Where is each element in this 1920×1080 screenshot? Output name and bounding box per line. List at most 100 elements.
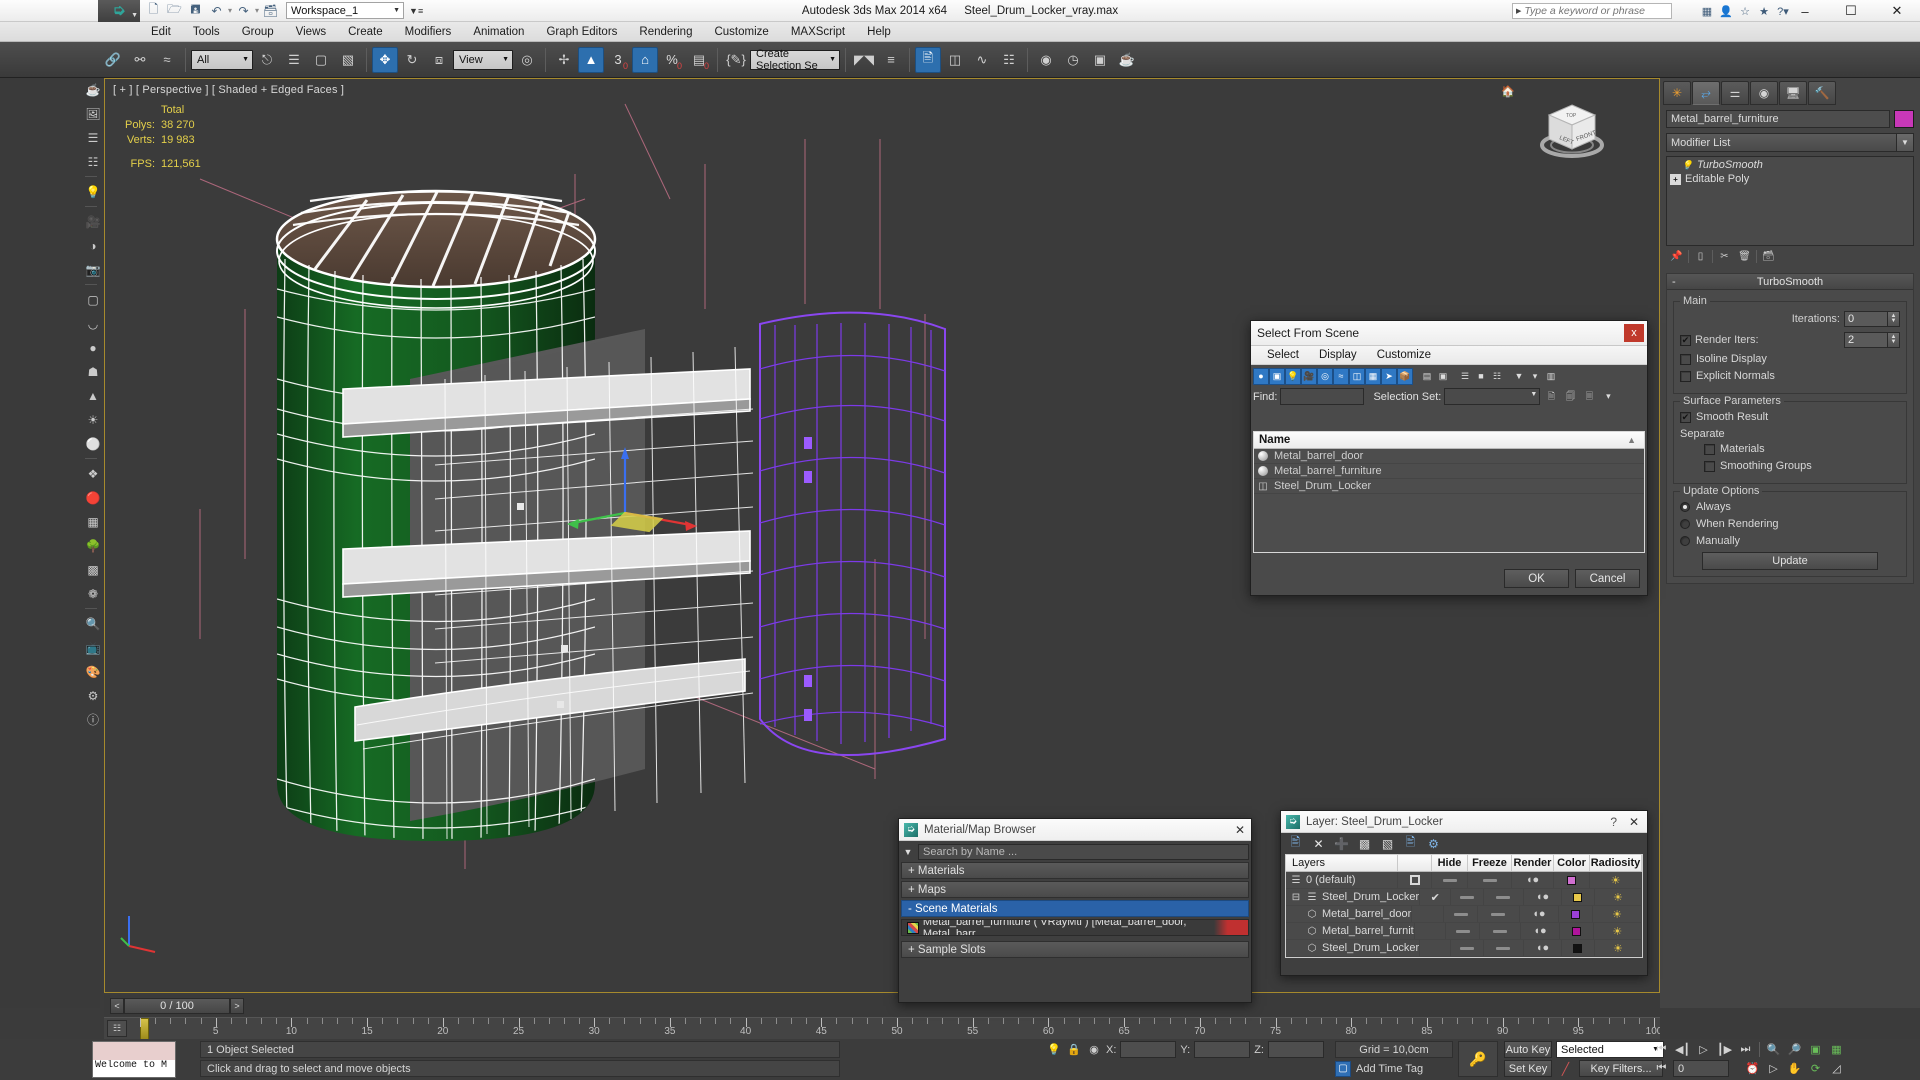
filter-settings-icon[interactable]: ▾ bbox=[1527, 368, 1543, 385]
teapot-primitive-icon[interactable]: ☗ bbox=[82, 360, 104, 383]
layer-render-cell[interactable]: ◖● bbox=[1524, 889, 1563, 905]
zoom-extents-icon[interactable]: 🔍 bbox=[82, 612, 104, 635]
layer-color-cell[interactable] bbox=[1562, 940, 1595, 956]
y-field[interactable] bbox=[1194, 1041, 1251, 1058]
spinner-snap-toggle-icon[interactable]: ▤ 0 bbox=[686, 47, 712, 73]
scene-list-row[interactable]: ◫ Steel_Drum_Locker bbox=[1254, 479, 1644, 494]
next-frame-icon[interactable]: ┃▶ bbox=[1715, 1041, 1734, 1058]
current-frame-field[interactable]: 0 / 100 bbox=[124, 998, 230, 1014]
time-tag-icon[interactable]: ▢ bbox=[1335, 1060, 1351, 1077]
layer-freeze-cell[interactable] bbox=[1478, 906, 1520, 922]
material-map-browser-dialog[interactable]: ➭ Material/Map Browser ✕ ▼ Search by Nam… bbox=[898, 818, 1252, 1003]
layer-render-cell[interactable]: ◖● bbox=[1512, 872, 1554, 888]
window-crossing-icon[interactable]: ▧ bbox=[335, 47, 361, 73]
zoom-icon[interactable]: 🔍 bbox=[1764, 1041, 1783, 1058]
add-selection-icon[interactable]: ➕ bbox=[1332, 835, 1351, 852]
layer-hide-cell[interactable] bbox=[1444, 906, 1479, 922]
layer-dialog[interactable]: ➭ Layer: Steel_Drum_Locker ? ✕ 🖹 ✕ ➕ ▩ ▧… bbox=[1280, 810, 1648, 976]
iterations-spinner[interactable]: 0 ▲ ▼ bbox=[1844, 311, 1900, 327]
camera-icon[interactable]: 🎥 bbox=[82, 210, 104, 233]
scene-material-entry[interactable]: Metal_barrel_furniture ( VRayMtl ) [Meta… bbox=[901, 919, 1249, 936]
display-geometry-icon[interactable]: ● bbox=[1253, 367, 1269, 385]
mirror-icon[interactable]: ◤◥ bbox=[851, 47, 877, 73]
play-animation-icon[interactable]: ▷ bbox=[1694, 1041, 1713, 1058]
radio-icon[interactable] bbox=[1680, 519, 1690, 529]
isolate-selection-icon[interactable]: 💡 bbox=[1046, 1042, 1062, 1058]
curve-editor-icon[interactable]: ∿ bbox=[969, 47, 995, 73]
display-space-warps-icon[interactable]: ≈ bbox=[1333, 367, 1349, 385]
menu-display[interactable]: Display bbox=[1309, 349, 1367, 361]
color-chip[interactable] bbox=[1571, 926, 1581, 936]
hierarchy-tab[interactable]: ⚌ bbox=[1721, 81, 1749, 105]
display-cameras-icon[interactable]: 🎥 bbox=[1301, 367, 1317, 385]
select-by-name-icon[interactable]: ☰ bbox=[281, 47, 307, 73]
layer-current-cell[interactable] bbox=[1412, 906, 1445, 922]
angle-snap-toggle-icon[interactable]: 3 0 bbox=[605, 47, 631, 73]
color-chip[interactable] bbox=[1571, 909, 1581, 919]
time-slider[interactable]: < 0 / 100 > bbox=[104, 995, 1660, 1017]
foliage-icon[interactable]: 🌳 bbox=[82, 534, 104, 557]
layer-current-cell[interactable] bbox=[1398, 872, 1432, 888]
key-filters-button[interactable]: Key Filters... bbox=[1579, 1060, 1663, 1077]
display-groups-icon[interactable]: ◫ bbox=[1349, 367, 1365, 385]
scene-list-row[interactable]: Metal_barrel_door bbox=[1254, 449, 1644, 464]
z-field[interactable] bbox=[1267, 1041, 1324, 1058]
menu-rendering[interactable]: Rendering bbox=[628, 22, 703, 42]
hair-fur-icon[interactable]: ❁ bbox=[82, 582, 104, 605]
named-selection-set-combo[interactable]: Create Selection Se ▼ bbox=[750, 48, 840, 72]
layer-hide-cell[interactable] bbox=[1432, 872, 1468, 888]
menu-help[interactable]: Help bbox=[856, 22, 902, 42]
display-bones-icon[interactable]: ➤ bbox=[1381, 367, 1397, 385]
settings-gear-icon[interactable]: ⚙ bbox=[82, 684, 104, 707]
layer-row[interactable]: ⊟ ☰ Steel_Drum_Locker ✔ ◖● ☀ bbox=[1286, 889, 1642, 906]
utilities-tab[interactable]: 🔨 bbox=[1808, 81, 1836, 105]
layer-color-cell[interactable] bbox=[1562, 889, 1595, 905]
create-new-set-icon[interactable]: 🗎 bbox=[1543, 388, 1559, 405]
display-xrefs-icon[interactable]: ▦ bbox=[1365, 367, 1381, 385]
layer-name-cell[interactable]: ⬡ Metal_barrel_door bbox=[1286, 906, 1413, 922]
separate-smoothing-groups-row[interactable]: Smoothing Groups bbox=[1680, 460, 1900, 472]
filter-icon[interactable]: ▼ bbox=[1511, 368, 1527, 385]
update-option-when-rendering[interactable]: When Rendering bbox=[1680, 518, 1900, 530]
smooth-result-row[interactable]: Smooth Result bbox=[1680, 411, 1900, 423]
select-and-manipulate-icon[interactable]: ✢ bbox=[551, 47, 577, 73]
select-and-move-icon[interactable]: ✥ bbox=[372, 46, 398, 73]
proxy-object-icon[interactable]: ▩ bbox=[82, 558, 104, 581]
field-of-view-icon[interactable]: ▷ bbox=[1764, 1060, 1783, 1077]
close-button[interactable]: ✕ bbox=[1874, 0, 1920, 22]
update-button[interactable]: Update bbox=[1702, 552, 1878, 570]
explicit-normals-row[interactable]: Explicit Normals bbox=[1680, 370, 1900, 382]
display-containers-icon[interactable]: 📦 bbox=[1397, 367, 1413, 385]
view-cube[interactable]: 🏠 LEFT FRONT TOP bbox=[1501, 86, 1607, 163]
color-chip[interactable] bbox=[1567, 875, 1576, 885]
light-lister-icon[interactable]: 💡 bbox=[82, 180, 104, 203]
select-highlighted-icon[interactable]: ▧ bbox=[1378, 835, 1397, 852]
listener-input-pane[interactable] bbox=[93, 1042, 175, 1060]
radio-icon[interactable] bbox=[1680, 502, 1690, 512]
uvw-map-icon[interactable]: ▦ bbox=[82, 510, 104, 533]
layer-current-cell[interactable] bbox=[1420, 940, 1452, 956]
material-sphere-icon[interactable]: 🔴 bbox=[82, 486, 104, 509]
pan-view-icon[interactable]: ✋ bbox=[1785, 1060, 1804, 1077]
bind-to-space-warp-icon[interactable]: ≈ bbox=[154, 47, 180, 73]
percent-snap-toggle-icon[interactable]: % 0 bbox=[659, 47, 685, 73]
find-input[interactable] bbox=[1280, 388, 1365, 405]
search-dropdown-icon[interactable]: ▶ bbox=[1513, 7, 1524, 15]
modify-tab[interactable]: ⥂ bbox=[1692, 81, 1720, 105]
layer-freeze-cell[interactable] bbox=[1484, 940, 1524, 956]
render-iters-spinner[interactable]: 2 ▲ ▼ bbox=[1844, 332, 1900, 348]
display-children-icon[interactable]: ▤ bbox=[1419, 368, 1435, 385]
layer-color-cell[interactable] bbox=[1560, 923, 1594, 939]
menu-modifiers[interactable]: Modifiers bbox=[394, 22, 463, 42]
quick-render-icon[interactable]: 📺 bbox=[82, 636, 104, 659]
color-chip[interactable] bbox=[1573, 943, 1583, 953]
maximize-button[interactable]: ☐ bbox=[1828, 0, 1874, 22]
next-frame-button[interactable]: > bbox=[230, 998, 244, 1014]
separate-materials-checkbox[interactable] bbox=[1704, 443, 1715, 455]
isoline-display-checkbox[interactable] bbox=[1680, 353, 1691, 365]
radio-icon[interactable] bbox=[1680, 536, 1690, 546]
prev-frame-button[interactable]: < bbox=[110, 998, 124, 1014]
show-end-result-icon[interactable]: ▯ bbox=[1692, 249, 1709, 264]
remove-from-set-icon[interactable]: 🗏 bbox=[1581, 388, 1597, 405]
cone-primitive-icon[interactable]: ▲ bbox=[82, 384, 104, 407]
